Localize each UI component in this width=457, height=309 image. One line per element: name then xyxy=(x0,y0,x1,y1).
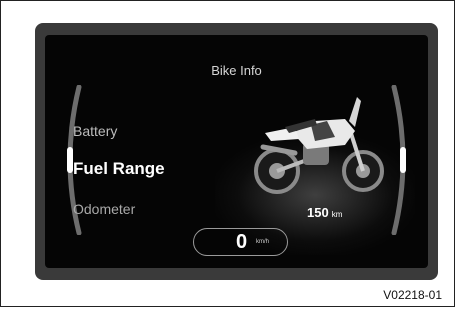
speed-value: 0 xyxy=(236,231,248,253)
display-bezel: Bike Info Battery Fuel Range Odometer 15… xyxy=(35,23,438,280)
figure-code: V02218-01 xyxy=(383,288,442,302)
dashboard-screen: Bike Info Battery Fuel Range Odometer 15… xyxy=(45,35,428,268)
menu-item-odometer[interactable]: Odometer xyxy=(73,201,135,217)
menu-item-fuel-range[interactable]: Fuel Range xyxy=(73,159,165,179)
fuel-range-unit: km xyxy=(331,210,343,219)
screen-title: Bike Info xyxy=(211,63,262,78)
right-scroll-indicator xyxy=(400,147,406,173)
figure-frame: Bike Info Battery Fuel Range Odometer 15… xyxy=(0,0,455,307)
motorcycle-icon xyxy=(254,97,384,194)
fuel-range-value: 150 xyxy=(307,205,329,220)
menu-item-battery[interactable]: Battery xyxy=(73,123,117,139)
speedometer: 0 km/h xyxy=(193,228,288,256)
fuel-range-readout: 150 km xyxy=(307,205,342,220)
speed-unit: km/h xyxy=(256,239,270,245)
